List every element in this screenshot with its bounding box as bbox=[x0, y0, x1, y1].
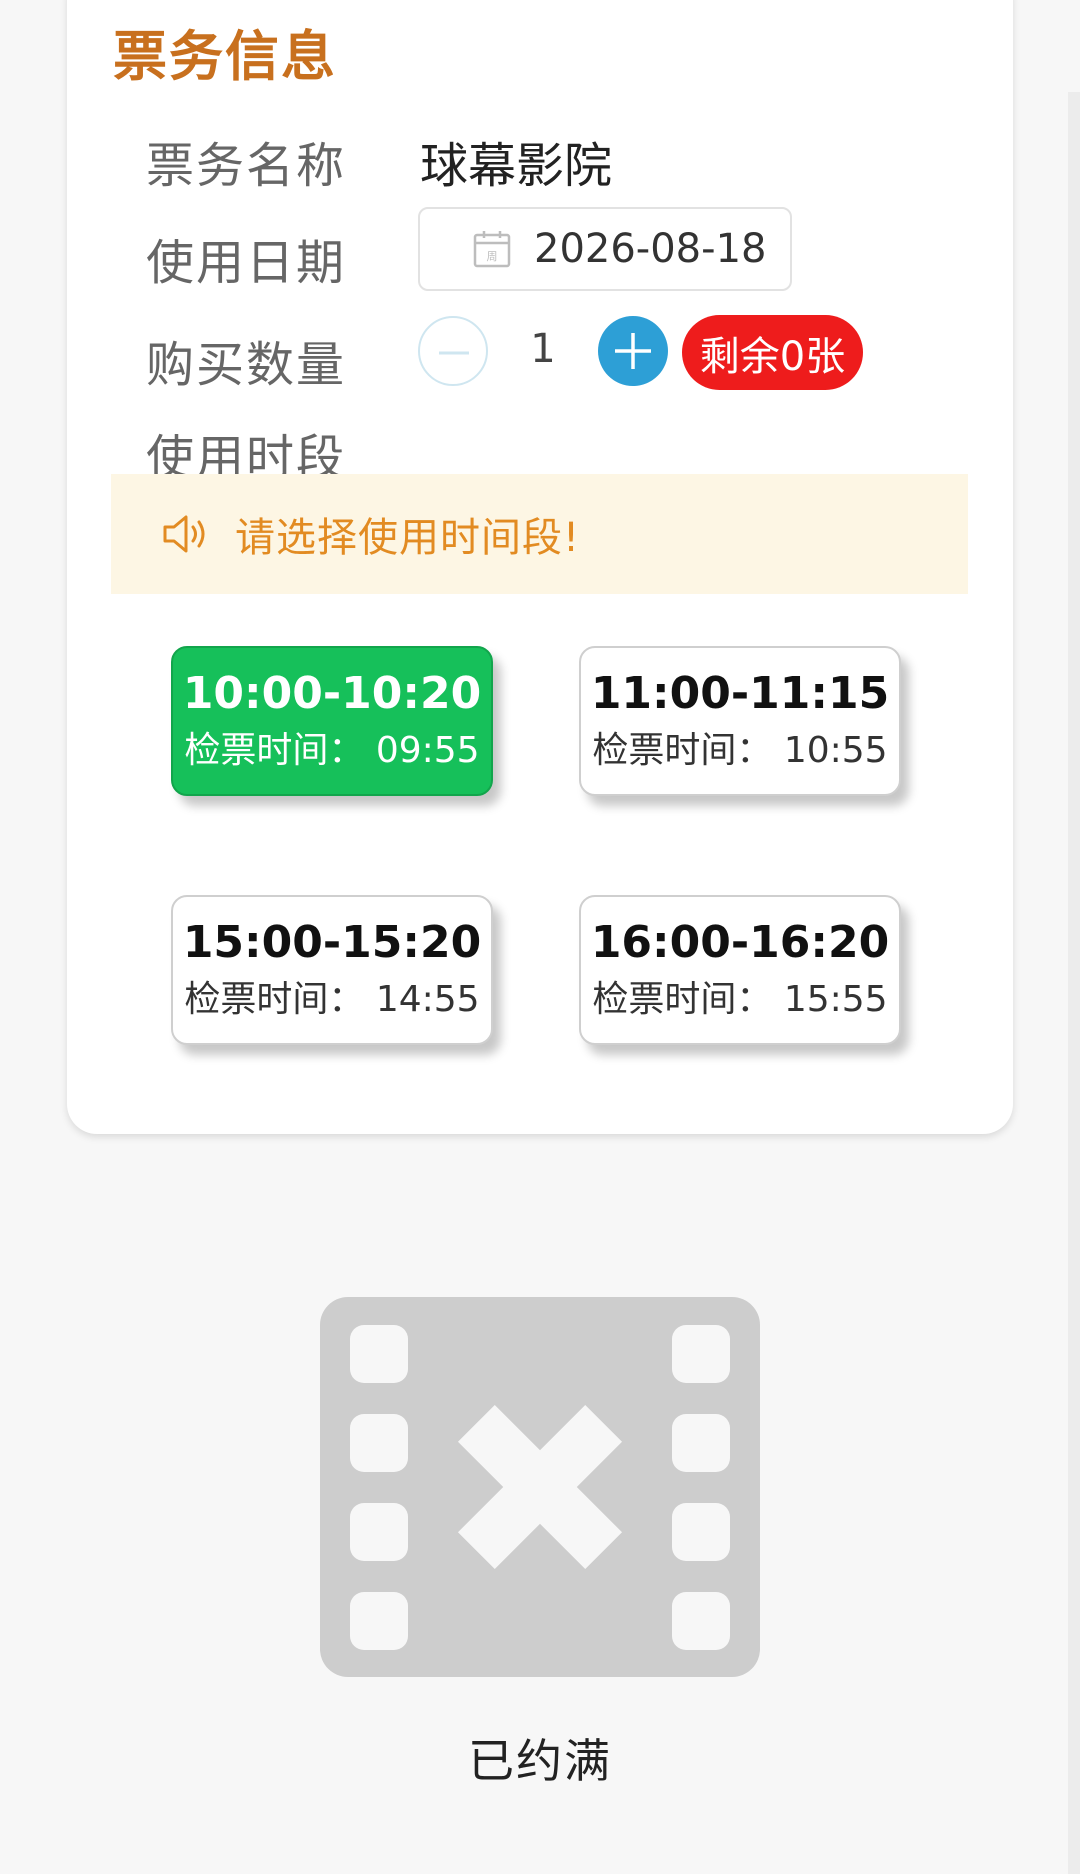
date-picker[interactable]: 周 2026-08-18 bbox=[418, 207, 792, 291]
notice-bar: 请选择使用时间段! bbox=[111, 474, 968, 594]
scrollbar-track bbox=[1068, 92, 1080, 1874]
time-slot[interactable]: 15:00-15:20 检票时间： 14:55 bbox=[171, 895, 493, 1045]
slot-check-time: 检票时间： 14:55 bbox=[184, 979, 480, 1020]
quantity-value: 1 bbox=[530, 326, 556, 372]
plus-icon bbox=[615, 333, 651, 369]
calendar-icon-label: 周 bbox=[487, 250, 498, 263]
slot-check-time: 检票时间： 09:55 bbox=[184, 730, 480, 771]
time-slot[interactable]: 10:00-10:20 检票时间： 09:55 bbox=[171, 646, 493, 796]
quantity-label: 购买数量 bbox=[146, 337, 347, 393]
decrease-quantity-button[interactable] bbox=[418, 316, 488, 386]
ticket-name-value: 球幕影院 bbox=[420, 138, 613, 194]
film-unavailable-icon bbox=[320, 1297, 760, 1677]
slot-time: 16:00-16:20 bbox=[590, 917, 890, 968]
remaining-badge: 剩余0张 bbox=[682, 315, 863, 390]
time-slot[interactable]: 11:00-11:15 检票时间： 10:55 bbox=[579, 646, 901, 796]
slot-check-time: 检票时间： 15:55 bbox=[592, 979, 888, 1020]
notice-text: 请选择使用时间段! bbox=[235, 515, 581, 561]
speaker-icon bbox=[163, 515, 205, 553]
time-slot[interactable]: 16:00-16:20 检票时间： 15:55 bbox=[579, 895, 901, 1045]
slot-time: 11:00-11:15 bbox=[590, 668, 890, 719]
increase-quantity-button[interactable] bbox=[598, 316, 668, 386]
calendar-icon: 周 bbox=[473, 231, 511, 268]
use-date-label: 使用日期 bbox=[146, 235, 347, 291]
date-value: 2026-08-18 bbox=[534, 226, 767, 272]
slot-check-time: 检票时间： 10:55 bbox=[592, 730, 888, 771]
ticket-name-label: 票务名称 bbox=[146, 138, 347, 194]
minus-icon bbox=[439, 351, 469, 355]
fully-booked-text: 已约满 bbox=[468, 1734, 612, 1788]
slot-time: 15:00-15:20 bbox=[182, 917, 482, 968]
section-title: 票务信息 bbox=[113, 25, 337, 88]
slot-time: 10:00-10:20 bbox=[182, 668, 482, 719]
